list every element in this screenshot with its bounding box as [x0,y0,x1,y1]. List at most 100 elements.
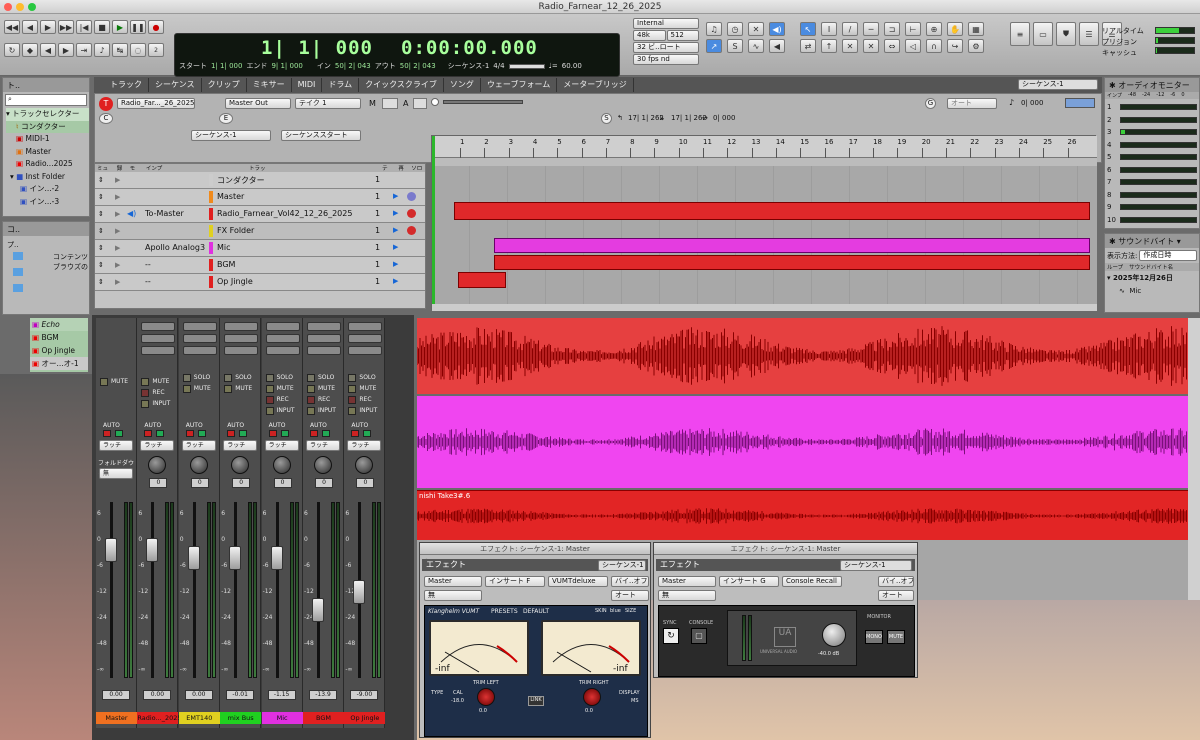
editor-sequence-select[interactable]: シーケンス-1 [1018,79,1098,90]
track-take[interactable]: 1 [375,226,380,235]
sample-rate-select[interactable]: 48k [633,30,666,41]
plugin1-preset-select[interactable]: 無 [424,590,482,601]
pause-button[interactable]: ❚❚ [130,20,146,34]
mute-led[interactable] [348,385,357,393]
mute-led[interactable] [100,378,108,386]
nudge-icon[interactable]: ⇥ [76,43,92,57]
inspector-zoom-buttons[interactable] [1065,98,1095,108]
volume-value[interactable]: -1.15 [267,690,296,700]
rec-toggle-icon[interactable]: ▶ [115,176,120,184]
auto-write-led[interactable] [156,430,165,437]
automation-mode-select[interactable]: ラッチ [223,440,258,451]
selector-item-master[interactable]: ▣ Master [6,146,89,159]
mute-led[interactable] [141,378,150,386]
rec-toggle-icon[interactable]: ▶ [115,193,120,201]
mute-toggle-icon[interactable]: ⇕ [98,278,104,286]
auto-write-led[interactable] [115,430,123,437]
editor-tab-4[interactable]: MIDI [292,78,323,92]
solo-button[interactable]: SOLO [359,374,375,381]
soundbite-item-mic[interactable]: ∿ Mic [1105,285,1199,297]
list-icon[interactable]: ☰ [1079,22,1099,46]
ruler[interactable]: 1 2 3 4 5 6 7 8 9 10 11 12 13 14 15 16 17 18 19 20 21 22 23 24 2… [432,136,1097,158]
solo-button[interactable]: SOLO [194,374,210,381]
magnet-icon[interactable]: ∩ [926,39,942,53]
volume-fader[interactable] [312,598,324,622]
pan-value[interactable]: 0 [190,478,209,488]
mute-button[interactable]: MUTE [152,378,169,385]
pan-knob[interactable] [231,456,250,474]
mute-button[interactable]: MUTE [235,385,252,392]
hand-tool-icon[interactable]: ✋ [947,22,963,36]
rec-led[interactable] [265,396,274,404]
solo-indicator[interactable] [407,192,416,201]
rec-toggle-icon[interactable]: ▶ [115,278,120,286]
cr-sync-button[interactable]: ↻ [663,628,679,644]
speaker-icon[interactable]: ◀) [769,22,785,36]
volume-value[interactable]: -9.00 [350,690,379,700]
mute-button[interactable]: MUTE [111,378,128,385]
rec-button[interactable]: REC [277,396,289,403]
track-input[interactable]: -- [145,260,151,269]
main-counter[interactable]: 1| 1| 000 0:00:00.000 スタート 1| 1| 000 エンド… [174,33,620,77]
track-name[interactable]: コンダクター [217,175,265,186]
out-value[interactable]: 50| 2| 043 [400,62,436,70]
selection-length[interactable]: 0| 000 [713,114,735,122]
folder-icon[interactable] [13,252,23,260]
inspector-output[interactable]: Master Out [225,98,291,109]
plugin2-insert-select[interactable]: インサート G [719,576,779,587]
editor-vertical-scrollbar[interactable] [1188,318,1200,600]
track-row[interactable]: ⇕ ▶ FX Folder 1 ▶ [95,223,425,240]
vumt-size-label[interactable]: SIZE [625,608,636,614]
automation-mode-select[interactable]: ラッチ [306,440,340,451]
plugin1-insert-select[interactable]: インサート F [485,576,545,587]
buffer-select[interactable]: 512 [666,30,699,41]
channel-name[interactable]: BGM [303,712,344,724]
track-input[interactable]: To-Master [145,209,184,218]
play-icon[interactable]: ▶ [393,277,398,285]
play-small-icon[interactable]: ▶ [58,43,74,57]
timeline-scrollbar[interactable] [432,304,1097,311]
solo-led[interactable] [348,374,357,382]
click-icon[interactable]: ♪ [94,43,110,57]
rec-toggle-icon[interactable]: ▶ [115,261,120,269]
mute-toggle-icon[interactable]: ⇕ [98,210,104,218]
automation-mode-select[interactable]: ラッチ [347,440,382,451]
input-led[interactable] [307,407,315,415]
speaker-tool-icon[interactable]: ◁ [905,39,921,53]
auto-read-led[interactable] [351,430,360,437]
track-take[interactable]: 1 [375,243,380,252]
rec-toggle-icon[interactable]: ▶ [115,210,120,218]
track-record-icon[interactable]: T [99,97,113,111]
stop-button[interactable]: ■ [94,20,110,34]
channel-name[interactable]: Radio..._2025 [137,712,182,724]
editor-tab-2[interactable]: クリップ [202,78,247,92]
selector-item-conductor[interactable]: ♮ コンダクター [6,120,89,133]
volume-value[interactable]: 0.00 [143,690,172,700]
input-led[interactable] [141,400,150,408]
inspector-c-button[interactable]: C [99,113,113,124]
volume-fader[interactable] [353,580,366,604]
plugin2-track-select[interactable]: Master [658,576,716,587]
editor-tab-3[interactable]: ミキサー [247,78,292,92]
stretch-icon[interactable]: ⇔ [884,39,900,53]
countoff-icon[interactable]: ↹ [112,43,128,57]
mute-toggle-icon[interactable]: ⇕ [98,193,104,201]
volume-fader[interactable] [229,546,242,570]
auto-write-led[interactable] [363,430,372,437]
mute-button[interactable]: MUTE [359,385,376,392]
mute-toggle-icon[interactable]: ⇕ [98,244,104,252]
meter-display[interactable]: 4/4 [493,62,504,70]
inspector-volume-slider[interactable] [443,100,523,104]
track-row[interactable]: ⇕ ▶ Master 1 ▶ [95,189,425,206]
channel-name[interactable]: Master [96,712,137,724]
auto-write-led[interactable] [197,430,206,437]
lower-item-other[interactable]: ▣ オー...オ-1 [30,357,88,370]
clip-op-jingle[interactable] [458,272,506,288]
mute-toggle-icon[interactable]: ⇕ [98,227,104,235]
pan-knob[interactable] [189,456,208,474]
auto-read-led[interactable] [103,430,111,437]
track-row[interactable]: ⇕ ▶ Apollo Analog3 Mic 1 ▶ [95,240,425,257]
input-button[interactable]: INPUT [277,407,295,414]
selector-search[interactable]: ⌕ [5,94,87,106]
vumt-presets[interactable]: PRESETS [491,608,518,615]
